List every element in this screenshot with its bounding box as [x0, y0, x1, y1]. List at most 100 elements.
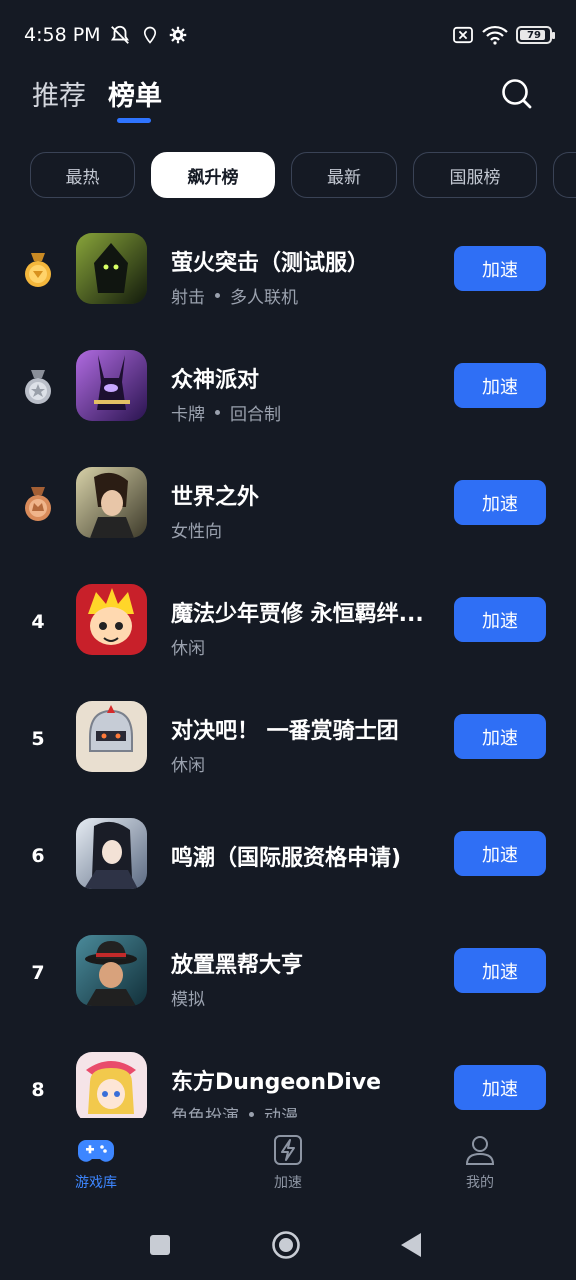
- status-time: 4:58 PM: [24, 24, 101, 46]
- search-button[interactable]: [500, 77, 534, 111]
- battery-level: 79: [527, 29, 541, 41]
- game-name: 对决吧！ 一番赏骑士团: [171, 719, 399, 744]
- chip-more[interactable]: [553, 152, 576, 198]
- accelerate-button[interactable]: 加速: [454, 246, 546, 291]
- tag-separator: [215, 410, 220, 415]
- accelerate-button[interactable]: 加速: [454, 363, 546, 408]
- accelerate-button[interactable]: 加速: [454, 1065, 546, 1110]
- rank-number: 4: [31, 611, 45, 633]
- gold-medal-icon: [25, 253, 51, 287]
- list-item[interactable]: 6 鸣潮（国际服资格申请) 加速: [0, 818, 576, 935]
- tag-separator: [215, 293, 220, 298]
- bottom-nav-me[interactable]: 我的: [430, 1134, 530, 1192]
- game-tags: 休闲: [171, 634, 205, 659]
- game-icon-beyond-world[interactable]: [76, 467, 147, 538]
- person-icon: [465, 1136, 495, 1165]
- chip-newest[interactable]: 最新: [291, 152, 397, 198]
- accelerate-button[interactable]: 加速: [454, 948, 546, 993]
- bottom-nav-game-library[interactable]: 游戏库: [46, 1136, 146, 1192]
- game-icon-zatch-bell[interactable]: [76, 584, 147, 655]
- bronze-medal-icon: [25, 487, 51, 521]
- tag: 射击: [171, 288, 205, 308]
- accelerate-button[interactable]: 加速: [454, 597, 546, 642]
- rank-list: 萤火突击（测试服） 射击 多人联机 加速 众神派对 卡牌 回合制 加速 世界之外…: [0, 226, 576, 1118]
- rank-badge: [18, 370, 58, 406]
- tag: 动漫: [264, 1107, 298, 1118]
- game-icon-wuthering-waves[interactable]: [76, 818, 147, 889]
- tab-rankings[interactable]: 榜单: [108, 74, 162, 123]
- bottom-nav-label: 加速: [274, 1175, 302, 1191]
- location-icon: [143, 26, 156, 44]
- status-right-icons: 79: [452, 25, 555, 45]
- chip-rising[interactable]: 飙升榜: [151, 152, 275, 198]
- game-tags: 射击 多人联机: [171, 283, 298, 308]
- game-tags: 女性向: [171, 517, 222, 542]
- game-icon-touhou-dungeon[interactable]: [76, 1052, 147, 1118]
- no-sim-icon: [453, 26, 473, 44]
- gamepad-icon: [78, 1140, 114, 1162]
- list-item[interactable]: 8 东方DungeonDive 角色扮演 动漫 加速: [0, 1052, 576, 1118]
- accelerate-button[interactable]: 加速: [454, 480, 546, 525]
- wifi-icon: [482, 25, 508, 45]
- bottom-nav: 游戏库 加速 我的: [0, 1118, 576, 1208]
- accelerate-button[interactable]: 加速: [454, 831, 546, 876]
- mute-alarm-icon: [110, 25, 129, 44]
- tag: 模拟: [171, 990, 205, 1010]
- game-name: 世界之外: [171, 485, 260, 510]
- accelerate-button[interactable]: 加速: [454, 714, 546, 759]
- bottom-nav-label: 游戏库: [75, 1175, 117, 1191]
- top-nav: 推荐 榜单: [32, 74, 162, 123]
- tag: 多人联机: [230, 288, 298, 308]
- list-item[interactable]: 萤火突击（测试服） 射击 多人联机 加速: [0, 233, 576, 350]
- game-tags: 卡牌 回合制: [171, 400, 281, 425]
- game-icon-gods-party[interactable]: [76, 350, 147, 421]
- game-name: 萤火突击（测试服）: [171, 251, 370, 276]
- system-nav-bar: [0, 1210, 576, 1280]
- game-icon-firefly[interactable]: [76, 233, 147, 304]
- lightning-icon: [274, 1135, 302, 1165]
- list-item[interactable]: 4 魔法少年贾修 永恒羁绊... 休闲 加速: [0, 584, 576, 701]
- rank-number: 7: [31, 962, 45, 984]
- game-icon-knights[interactable]: [76, 701, 147, 772]
- silver-medal-icon: [25, 370, 51, 404]
- battery-icon: 79: [516, 26, 555, 44]
- status-bar: 4:58 PM 79: [0, 0, 576, 70]
- game-name: 鸣潮（国际服资格申请): [171, 846, 402, 871]
- search-icon: [502, 79, 532, 109]
- rank-badge: [18, 253, 58, 289]
- bottom-nav-accelerate[interactable]: 加速: [238, 1134, 338, 1192]
- rank-number: 6: [31, 845, 45, 867]
- tag: 休闲: [171, 639, 205, 659]
- tag: 女性向: [171, 522, 222, 542]
- rank-number: 8: [31, 1079, 45, 1101]
- game-tags: 角色扮演 动漫: [171, 1102, 298, 1118]
- game-name: 众神派对: [171, 368, 260, 393]
- bottom-nav-label: 我的: [466, 1175, 494, 1191]
- settings-icon: [169, 26, 186, 44]
- chip-hottest[interactable]: 最热: [30, 152, 135, 198]
- rank-badge: [18, 487, 58, 523]
- tag: 回合制: [230, 405, 281, 425]
- tab-recommend[interactable]: 推荐: [32, 74, 86, 113]
- list-item[interactable]: 5 对决吧！ 一番赏骑士团 休闲 加速: [0, 701, 576, 818]
- tag-separator: [249, 1112, 254, 1117]
- tag: 休闲: [171, 756, 205, 776]
- game-icon-gang-tycoon[interactable]: [76, 935, 147, 1006]
- back-button[interactable]: [400, 1232, 422, 1258]
- status-left-icons: [109, 24, 187, 46]
- list-item[interactable]: 世界之外 女性向 加速: [0, 467, 576, 584]
- list-item[interactable]: 7 放置黑帮大亨 模拟 加速: [0, 935, 576, 1052]
- game-name: 魔法少年贾修 永恒羁绊...: [171, 602, 424, 627]
- game-tags: 模拟: [171, 985, 205, 1010]
- list-item[interactable]: 众神派对 卡牌 回合制 加速: [0, 350, 576, 467]
- rank-number: 5: [31, 728, 45, 750]
- home-button[interactable]: [271, 1230, 301, 1260]
- ranking-filter-chips: 最热 飙升榜 最新 国服榜: [30, 152, 576, 198]
- chip-cn-server[interactable]: 国服榜: [413, 152, 537, 198]
- game-name: 东方DungeonDive: [171, 1070, 382, 1095]
- tag: 卡牌: [171, 405, 205, 425]
- game-tags: 休闲: [171, 751, 205, 776]
- game-name: 放置黑帮大亨: [171, 953, 304, 978]
- tag: 角色扮演: [171, 1107, 239, 1118]
- recents-button[interactable]: [149, 1234, 171, 1256]
